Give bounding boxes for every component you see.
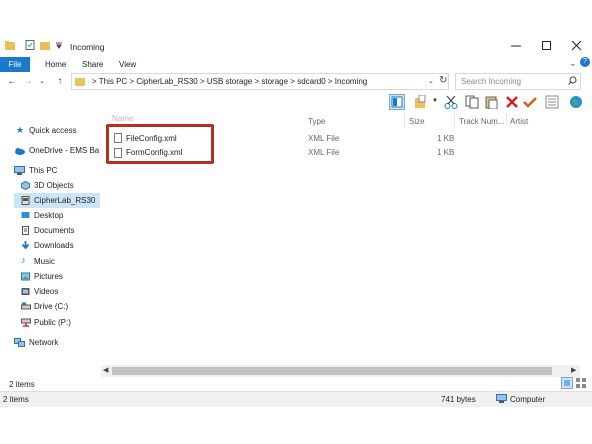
- nav-item-public-p[interactable]: Public (P:): [34, 318, 71, 327]
- star-icon: ★: [16, 125, 25, 135]
- scroll-left-icon[interactable]: ◀: [103, 366, 108, 374]
- search-placeholder: Search Incoming: [461, 77, 522, 86]
- tab-home[interactable]: Home: [45, 57, 66, 72]
- highlight-box: [106, 124, 214, 164]
- documents-icon: [21, 226, 30, 235]
- ribbon-expand-icon[interactable]: ⌄: [569, 58, 577, 69]
- column-header-type[interactable]: Type: [308, 117, 325, 126]
- download-icon: [21, 241, 30, 250]
- forward-button[interactable]: →: [22, 75, 34, 89]
- checkmark-icon[interactable]: [523, 95, 537, 109]
- videos-icon: [21, 287, 30, 296]
- device-icon: [21, 196, 30, 205]
- column-divider[interactable]: [404, 113, 405, 127]
- nav-item-music[interactable]: Music: [34, 257, 55, 266]
- status-items: 2 items: [3, 395, 29, 404]
- file-size: 1 KB: [437, 148, 455, 157]
- refresh-icon[interactable]: ↻: [439, 75, 447, 86]
- tab-view[interactable]: View: [119, 57, 136, 72]
- file-type: XML File: [308, 148, 340, 157]
- breadcrumb[interactable]: > This PC > CipherLab_RS30 > USB storage…: [92, 77, 367, 86]
- nav-item-desktop[interactable]: Desktop: [34, 211, 63, 220]
- nav-item-documents[interactable]: Documents: [34, 226, 74, 235]
- nav-item-drive-c[interactable]: Drive (C:): [34, 302, 68, 311]
- status-location: Computer: [510, 395, 546, 404]
- nav-item-network[interactable]: Network: [29, 338, 58, 347]
- search-icon[interactable]: [568, 76, 577, 87]
- close-button[interactable]: [567, 38, 587, 54]
- large-icons-view-icon[interactable]: [575, 377, 587, 389]
- back-button[interactable]: ←: [6, 75, 18, 89]
- music-icon: ♪: [21, 255, 26, 265]
- properties-list-icon[interactable]: [545, 95, 559, 109]
- recent-locations-icon[interactable]: ⌄: [36, 75, 48, 89]
- address-dropdown-icon[interactable]: ⌄: [428, 77, 434, 85]
- address-folder-icon: [75, 77, 85, 88]
- paste-icon[interactable]: [485, 95, 499, 110]
- column-header-track[interactable]: Track Num...: [459, 117, 504, 126]
- tab-file[interactable]: File: [0, 57, 30, 72]
- breadcrumb-this-pc[interactable]: This PC: [99, 77, 127, 86]
- drive-icon: [21, 302, 31, 311]
- new-item-dropdown-icon[interactable]: ▼: [432, 98, 438, 104]
- new-folder-icon[interactable]: [40, 40, 50, 50]
- status-bytes: 741 bytes: [441, 395, 476, 404]
- pictures-icon: [21, 272, 30, 281]
- cloud-icon: [14, 147, 25, 156]
- delete-icon[interactable]: [505, 95, 519, 109]
- network-icon: [14, 338, 25, 347]
- computer-icon: [14, 166, 25, 175]
- nav-item-videos[interactable]: Videos: [34, 287, 58, 296]
- customize-quick-access-icon[interactable]: [54, 40, 64, 50]
- computer-icon: [496, 394, 507, 405]
- nav-item-3d-objects[interactable]: 3D Objects: [34, 181, 74, 190]
- column-header-size[interactable]: Size: [409, 117, 425, 126]
- desktop-icon: [21, 211, 30, 220]
- breadcrumb-chevron-icon: >: [199, 77, 207, 86]
- cut-icon[interactable]: [444, 95, 458, 109]
- tab-share[interactable]: Share: [82, 57, 103, 72]
- details-view-icon[interactable]: [561, 377, 573, 389]
- breadcrumb-chevron-icon: >: [327, 77, 335, 86]
- globe-icon[interactable]: [569, 95, 583, 109]
- breadcrumb-storage[interactable]: storage: [261, 77, 288, 86]
- nav-item-onedrive[interactable]: OneDrive - EMS Barco: [29, 146, 99, 155]
- column-header-name[interactable]: Name: [112, 114, 133, 123]
- folder-icon: [5, 40, 15, 50]
- breadcrumb-chevron-icon: >: [92, 77, 99, 86]
- column-divider[interactable]: [454, 113, 455, 127]
- breadcrumb-usb-storage[interactable]: USB storage: [207, 77, 252, 86]
- window-title: Incoming: [70, 42, 105, 52]
- column-header-artist[interactable]: Artist: [510, 117, 528, 126]
- breadcrumb-cipherlab[interactable]: CipherLab_RS30: [136, 77, 197, 86]
- column-divider[interactable]: [506, 113, 507, 127]
- nav-item-cipherlab[interactable]: CipherLab_RS30: [34, 196, 95, 205]
- scroll-right-icon[interactable]: ▶: [571, 366, 576, 374]
- breadcrumb-incoming[interactable]: Incoming: [335, 77, 367, 86]
- minimize-button[interactable]: [506, 38, 526, 54]
- nav-item-downloads[interactable]: Downloads: [34, 241, 74, 250]
- file-type: XML File: [308, 134, 340, 143]
- copy-icon[interactable]: [465, 95, 479, 109]
- up-button[interactable]: ↑: [54, 75, 66, 89]
- properties-icon[interactable]: [25, 40, 35, 50]
- items-count: 2 items: [9, 380, 35, 389]
- network-drive-icon: [21, 318, 31, 327]
- cube-icon: [21, 180, 30, 191]
- nav-item-this-pc[interactable]: This PC: [29, 166, 57, 175]
- file-size: 1 KB: [437, 134, 455, 143]
- maximize-button[interactable]: [537, 38, 557, 54]
- nav-item-pictures[interactable]: Pictures: [34, 272, 63, 281]
- breadcrumb-sdcard0[interactable]: sdcard0: [297, 77, 325, 86]
- nav-item-quick-access[interactable]: Quick access: [29, 126, 77, 135]
- scrollbar-thumb[interactable]: [112, 367, 552, 375]
- preview-pane-icon[interactable]: [389, 94, 405, 110]
- new-item-icon[interactable]: [414, 94, 428, 109]
- help-icon[interactable]: ?: [580, 57, 590, 67]
